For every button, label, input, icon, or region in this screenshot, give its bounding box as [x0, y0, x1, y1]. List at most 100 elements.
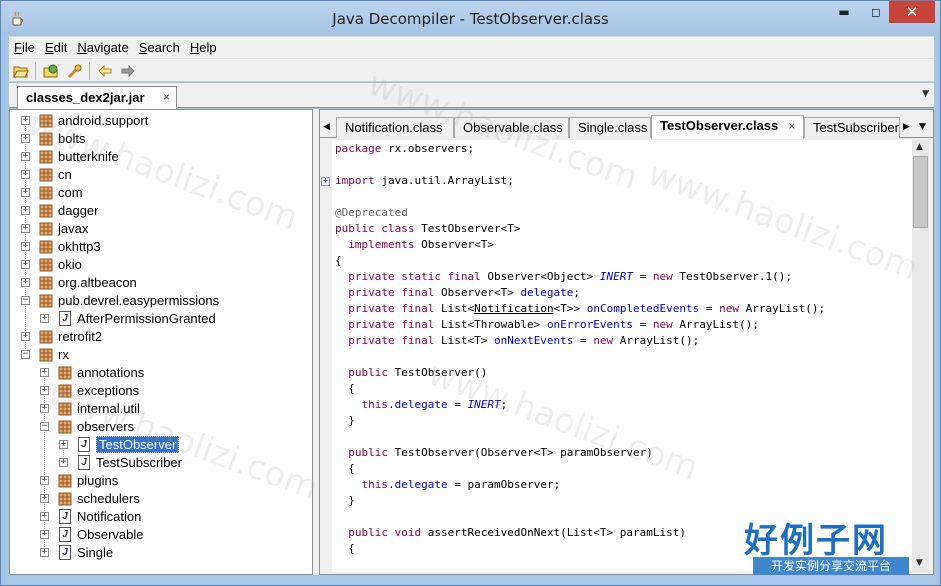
tree-node-testobserver[interactable]: + J TestObserver — [10, 436, 310, 454]
code-token: ArrayList(); — [739, 302, 826, 315]
close-tab-icon[interactable]: × — [788, 119, 795, 133]
expand-toggle-icon[interactable]: + — [40, 314, 49, 323]
menu-edit[interactable]: Edit — [40, 38, 72, 55]
collapse-toggle-icon[interactable]: − — [21, 350, 30, 359]
tree-node-afterpermissiongranted[interactable]: + J AfterPermissionGranted — [10, 310, 310, 328]
expand-toggle-icon[interactable]: + — [21, 116, 30, 125]
expand-toggle-icon[interactable]: + — [40, 530, 49, 539]
tree-node-android-support[interactable]: + android.support — [10, 112, 310, 130]
maximize-button[interactable]: ◻ — [861, 1, 891, 23]
tree-node-label: AfterPermissionGranted — [77, 311, 216, 326]
expand-toggle-icon[interactable]: + — [21, 242, 30, 251]
source-code-view[interactable]: package rx.observers; import java.util.Ar… — [332, 140, 912, 572]
tab-list-dropdown-icon[interactable]: ▼ — [922, 89, 929, 99]
tree-node-internal-util[interactable]: + internal.util — [10, 400, 310, 418]
expand-toggle-icon[interactable]: + — [40, 476, 49, 485]
tree-node-com[interactable]: + com — [10, 184, 310, 202]
expand-toggle-icon[interactable]: + — [40, 386, 49, 395]
scroll-up-icon[interactable]: ▲ — [916, 142, 923, 152]
tree-node-notification[interactable]: + J Notification — [10, 508, 310, 526]
scroll-down-icon[interactable]: ▼ — [916, 558, 923, 568]
back-arrow-icon[interactable] — [97, 63, 113, 79]
tab-testsubscriber-c[interactable]: TestSubscriber.c — [804, 117, 900, 138]
tab-notification-class[interactable]: Notification.class — [336, 117, 454, 138]
tab-testobserver-class[interactable]: TestObserver.class × — [651, 115, 804, 139]
tree-node-org-altbeacon[interactable]: + org.altbeacon — [10, 274, 310, 292]
vertical-scrollbar[interactable]: ▲ ▼ — [912, 140, 929, 572]
tree-node-rx[interactable]: − rx — [10, 346, 310, 364]
search-type-icon[interactable] — [67, 63, 83, 79]
expand-toggle-icon[interactable]: + — [21, 170, 30, 179]
menu-navigate[interactable]: Navigate — [72, 38, 133, 55]
code-line: { — [335, 462, 355, 478]
tree-node-pub-devrel-easypermissions[interactable]: − pub.devrel.easypermissions — [10, 292, 310, 310]
tree-node-single[interactable]: + J Single — [10, 544, 310, 562]
tab-list-dropdown-icon[interactable]: ▼ — [919, 122, 926, 132]
code-token: TestObserver() — [388, 366, 488, 379]
menu-help[interactable]: Help — [185, 38, 222, 55]
scroll-tabs-left-icon[interactable]: ◀ — [323, 122, 330, 132]
tab-classes-jar[interactable]: classes_dex2jar.jar × — [17, 86, 177, 109]
expand-toggle-icon[interactable]: + — [59, 440, 68, 449]
expand-toggle-icon[interactable]: + — [21, 332, 30, 341]
open-folder-icon[interactable] — [13, 63, 29, 79]
tree-node-okhttp3[interactable]: + okhttp3 — [10, 238, 310, 256]
collapse-toggle-icon[interactable]: − — [40, 422, 49, 431]
fold-toggle-icon[interactable]: + — [321, 177, 330, 186]
scrollbar-thumb[interactable] — [913, 156, 928, 228]
code-token: = paramObserver; — [447, 478, 561, 491]
tree-node-plugins[interactable]: + plugins — [10, 472, 310, 490]
expand-toggle-icon[interactable]: + — [21, 224, 30, 233]
expand-toggle-icon[interactable]: + — [21, 278, 30, 287]
tab-observable-class[interactable]: Observable.class — [454, 117, 569, 138]
expand-toggle-icon[interactable]: + — [40, 404, 49, 413]
tree-node-javax[interactable]: + javax — [10, 220, 310, 238]
title-bar[interactable]: Java Decompiler - TestObserver.class ▬ ◻… — [1, 1, 940, 36]
expand-toggle-icon[interactable]: + — [40, 494, 49, 503]
menu-file[interactable]: File — [9, 38, 40, 55]
minimize-icon: ▬ — [838, 5, 850, 19]
expand-toggle-icon[interactable]: + — [21, 188, 30, 197]
menu-bar: File Edit Navigate Search Help — [9, 36, 934, 58]
tree-node-label: com — [58, 185, 83, 200]
tree-node-schedulers[interactable]: + schedulers — [10, 490, 310, 508]
tree-node-exceptions[interactable]: + exceptions — [10, 382, 310, 400]
close-tab-icon[interactable]: × — [163, 90, 170, 104]
code-token: public void — [348, 526, 422, 539]
expand-toggle-icon[interactable]: + — [59, 458, 68, 467]
java-class-icon: J — [59, 311, 71, 326]
tree-node-observers[interactable]: − observers — [10, 418, 310, 436]
collapse-toggle-icon[interactable]: − — [21, 296, 30, 305]
expand-toggle-icon[interactable]: + — [21, 152, 30, 161]
tree-node-okio[interactable]: + okio — [10, 256, 310, 274]
tree-node-cn[interactable]: + cn — [10, 166, 310, 184]
minimize-button[interactable]: ▬ — [829, 1, 859, 23]
tree-node-bolts[interactable]: + bolts — [10, 130, 310, 148]
tree-node-observable[interactable]: + J Observable — [10, 526, 310, 544]
watermark-tagline: 开发实例分享交流平台 — [753, 557, 909, 575]
tree-node-retrofit2[interactable]: + retrofit2 — [10, 328, 310, 346]
expand-toggle-icon[interactable]: + — [21, 134, 30, 143]
expand-toggle-icon[interactable]: + — [21, 206, 30, 215]
tree-node-butterknife[interactable]: + butterknife — [10, 148, 310, 166]
toolbar — [9, 58, 934, 82]
expand-toggle-icon[interactable]: + — [40, 512, 49, 521]
tree-node-dagger[interactable]: + dagger — [10, 202, 310, 220]
expand-toggle-icon[interactable]: + — [40, 548, 49, 557]
tree-node-label: exceptions — [77, 383, 140, 398]
tree-node-testsubscriber[interactable]: + J TestSubscriber — [10, 454, 310, 472]
code-line: { — [335, 542, 355, 558]
close-button[interactable]: ✕ — [889, 1, 935, 23]
tree-node-annotations[interactable]: + annotations — [10, 364, 310, 382]
code-token: public — [348, 446, 388, 459]
forward-arrow-icon[interactable] — [120, 63, 136, 79]
menu-search[interactable]: Search — [134, 38, 185, 55]
code-link[interactable]: Notification — [474, 302, 553, 315]
expand-toggle-icon[interactable]: + — [40, 368, 49, 377]
scroll-tabs-right-icon[interactable]: ▶ — [903, 122, 910, 132]
open-type-icon[interactable] — [43, 63, 59, 79]
tab-single-class[interactable]: Single.class — [569, 117, 651, 138]
expand-toggle-icon[interactable]: + — [21, 260, 30, 269]
